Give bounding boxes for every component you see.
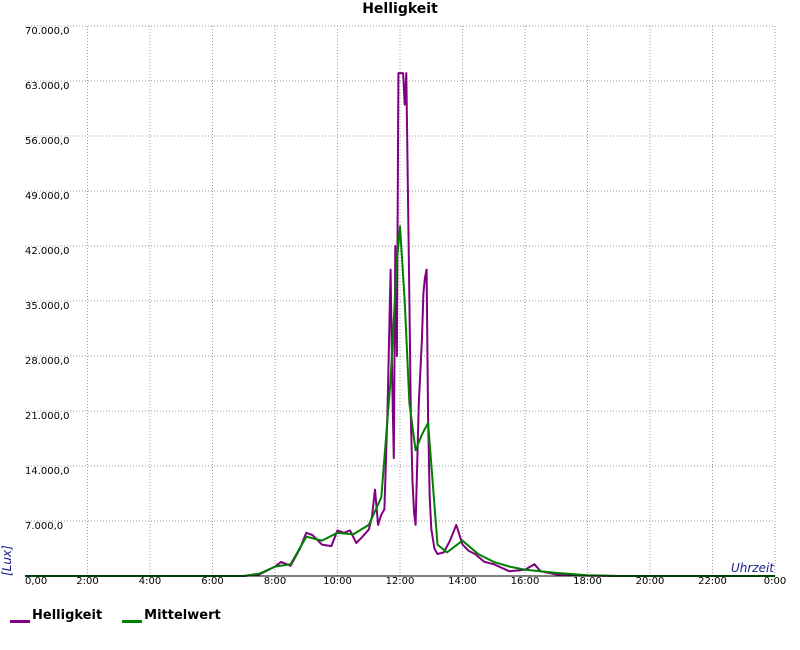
y-tick-label: 21.000,0 — [25, 411, 70, 422]
legend-item-mittelwert: Mittelwert — [122, 608, 221, 623]
chart-title: Helligkeit — [362, 1, 438, 17]
x-tick-label: 12:00 — [386, 576, 415, 587]
y-tick-label: 56.000,0 — [25, 136, 70, 147]
y-axis-label: [Lux] — [0, 545, 14, 576]
y-tick-label: 49.000,0 — [25, 191, 70, 202]
y-tick-label: 70.000,0 — [25, 26, 70, 37]
x-tick-label: 10:00 — [323, 576, 352, 587]
y-tick-label: 28.000,0 — [25, 356, 70, 367]
legend-label-helligkeit: Helligkeit — [32, 608, 103, 623]
x-tick-label: 0,00 — [25, 576, 47, 587]
y-tick-label: 35.000,0 — [25, 301, 70, 312]
x-tick-label: 22:00 — [698, 576, 727, 587]
x-tick-label: 8:00 — [264, 576, 286, 587]
x-tick-label: 2:00 — [76, 576, 98, 587]
grid-lines — [25, 25, 776, 576]
x-tick-label: 0:00 — [764, 576, 786, 587]
x-tick-labels: 0,00 2:00 4:00 6:00 8:00 10:00 12:00 14:00 16:00… — [25, 576, 786, 587]
x-tick-label: 18:00 — [573, 576, 602, 587]
y-tick-label: 7.000,0 — [25, 521, 63, 532]
legend-label-mittelwert: Mittelwert — [144, 608, 221, 623]
legend: Helligkeit Mittelwert — [10, 608, 221, 623]
x-tick-label: 14:00 — [448, 576, 477, 587]
x-tick-label: 16:00 — [511, 576, 540, 587]
x-axis-label: Uhrzeit — [731, 561, 775, 575]
legend-item-helligkeit: Helligkeit — [10, 608, 102, 623]
x-tick-label: 20:00 — [636, 576, 665, 587]
y-tick-label: 14.000,0 — [25, 466, 70, 477]
x-tick-label: 6:00 — [201, 576, 223, 587]
brightness-chart: Helligkeit 7.000,0 14.000,0 21.000,0 28.000… — [0, 1, 786, 587]
legend-swatch-mittelwert — [122, 620, 143, 623]
y-tick-labels: 7.000,0 14.000,0 21.000,0 28.000,0 35.000,0 4… — [25, 26, 70, 532]
legend-swatch-helligkeit — [10, 620, 30, 623]
y-tick-label: 63.000,0 — [25, 81, 70, 92]
x-tick-label: 4:00 — [139, 576, 161, 587]
y-tick-label: 42.000,0 — [25, 246, 70, 257]
